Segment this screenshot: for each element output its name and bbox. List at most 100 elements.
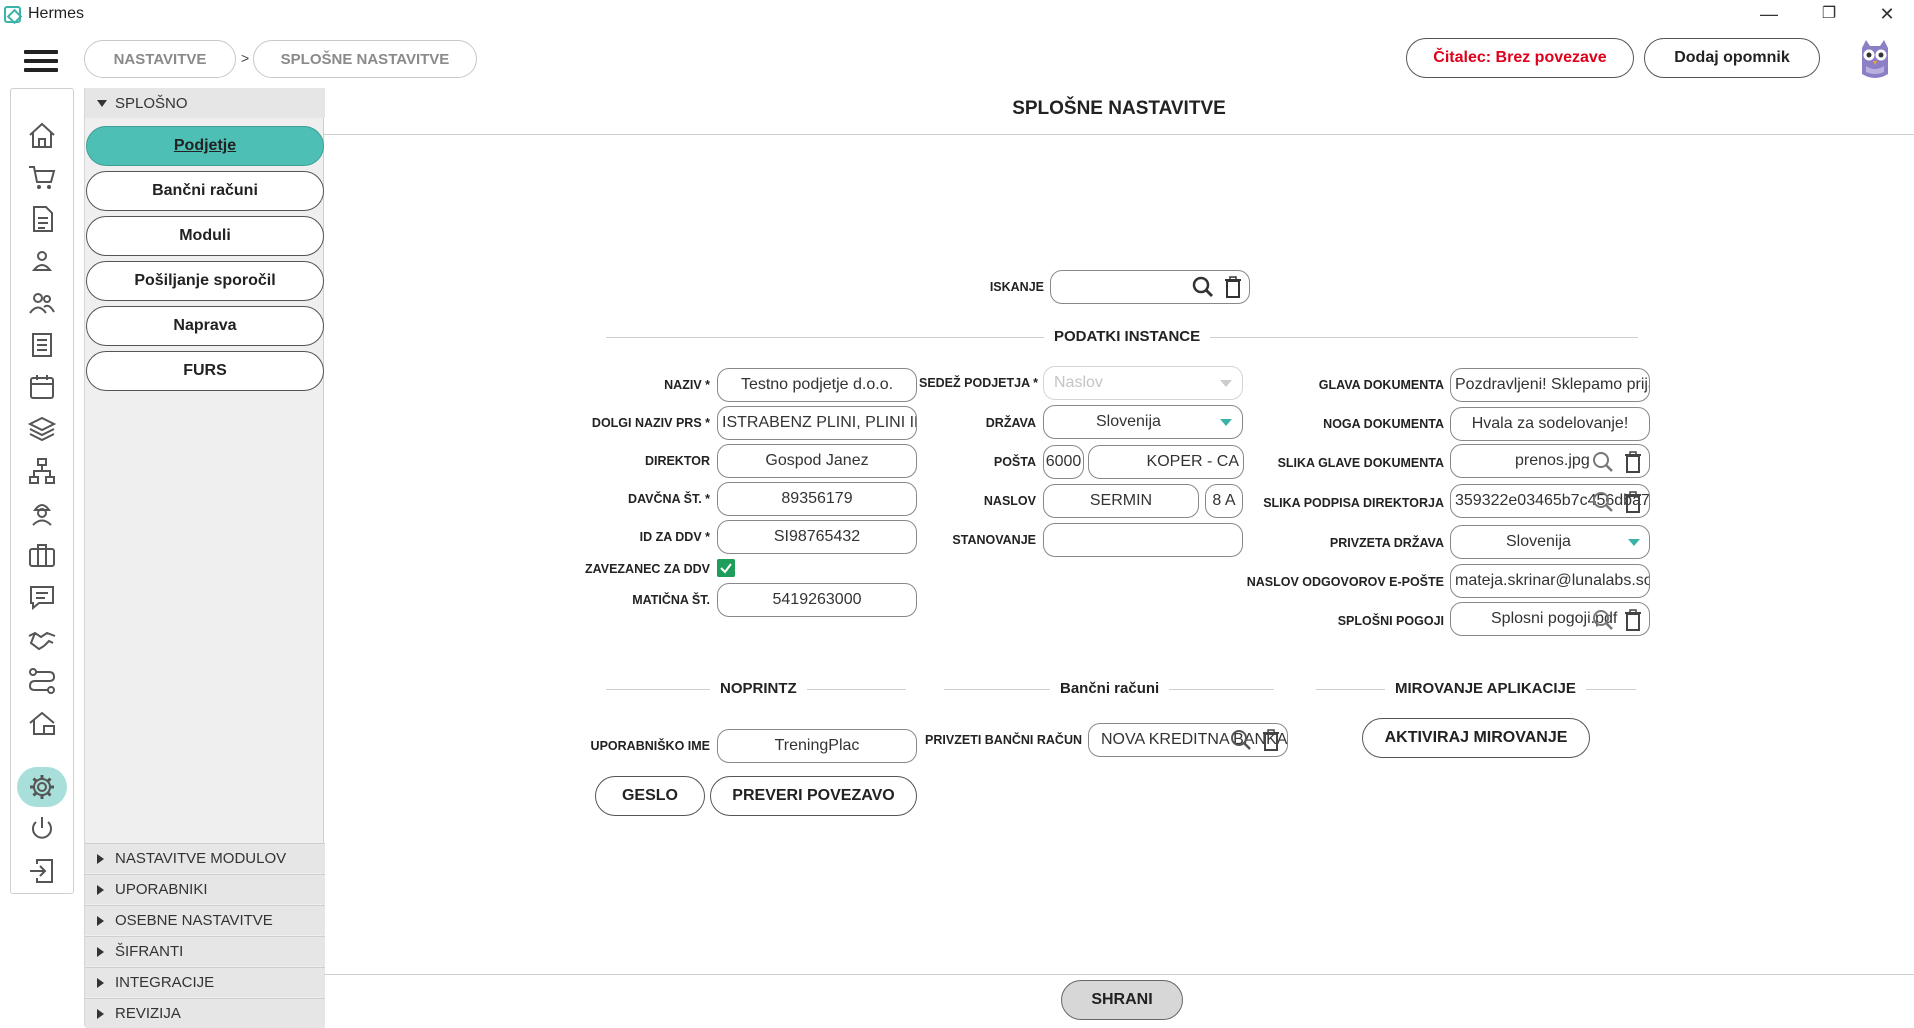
reader-status-button[interactable]: Čitalec: Brez povezave xyxy=(1406,38,1634,78)
chevron-right-icon xyxy=(97,947,104,957)
slika-podpisa-field[interactable]: 359322e03465b7c456dba79 xyxy=(1450,484,1650,518)
layers-icon[interactable] xyxy=(27,414,57,444)
footer-divider xyxy=(324,974,1914,975)
naslov-odgovorov-field[interactable]: mateja.skrinar@lunalabs.sol xyxy=(1450,564,1650,598)
sidebar-item-moduli[interactable]: Moduli xyxy=(86,216,324,256)
posta-code-field[interactable]: 6000 xyxy=(1043,445,1084,479)
sidebar-item-naprava[interactable]: Naprava xyxy=(86,306,324,346)
cart-icon[interactable] xyxy=(27,162,57,192)
home-icon[interactable] xyxy=(27,120,57,150)
people-icon[interactable] xyxy=(27,288,57,318)
search-input[interactable] xyxy=(1050,270,1250,304)
person-icon[interactable] xyxy=(27,246,57,276)
section-splosno-label: SPLOŠNO xyxy=(115,94,188,112)
breadcrumb-splosne-nastavitve[interactable]: SPLOŠNE NASTAVITVE xyxy=(253,40,477,78)
activate-idle-button[interactable]: AKTIVIRAJ MIROVANJE xyxy=(1362,718,1590,758)
posta-label: POŠTA xyxy=(993,455,1036,469)
chevron-right-icon xyxy=(97,916,104,926)
section-osebne-nastavitve[interactable]: OSEBNE NASTAVITVE xyxy=(85,905,325,935)
splosni-pogoji-field[interactable]: Splosni pogoji.pdf xyxy=(1450,602,1650,636)
search-icon[interactable] xyxy=(1592,491,1614,513)
owl-avatar-icon[interactable] xyxy=(1856,38,1894,80)
trash-icon[interactable] xyxy=(1624,609,1642,631)
dolgi-naziv-field[interactable]: ISTRABENZ PLINI, PLINI IN PL xyxy=(717,406,917,440)
sidebar-item-podjetje[interactable]: Podjetje xyxy=(86,126,324,166)
sidebar-item-bancni-racuni[interactable]: Bančni računi xyxy=(86,171,324,211)
sidebar-item-posiljanje-sporocil[interactable]: Pošiljanje sporočil xyxy=(86,261,324,301)
briefcase-icon[interactable] xyxy=(27,540,57,570)
trash-icon[interactable] xyxy=(1224,276,1242,298)
section-nastavitve-modulov[interactable]: NASTAVITVE MODULOV xyxy=(85,843,325,873)
glava-field[interactable]: Pozdravljeni! Sklepamo prija xyxy=(1450,368,1650,402)
handshake-icon[interactable] xyxy=(27,624,57,654)
search-icon[interactable] xyxy=(1592,451,1614,473)
worker-icon[interactable] xyxy=(27,498,57,528)
section-label: INTEGRACIJE xyxy=(115,974,215,991)
username-field[interactable]: TreningPlac xyxy=(717,729,917,763)
close-button[interactable]: ✕ xyxy=(1864,2,1910,28)
naziv-field[interactable]: Testno podjetje d.o.o. xyxy=(717,368,917,402)
search-icon[interactable] xyxy=(1592,609,1614,631)
minimize-button[interactable]: — xyxy=(1746,2,1792,28)
id-ddv-field[interactable]: SI98765432 xyxy=(717,520,917,554)
search-icon[interactable] xyxy=(1230,729,1252,751)
page-title: SPLOŠNE NASTAVITVE xyxy=(1012,98,1226,119)
naslov-street-field[interactable]: SERMIN xyxy=(1043,484,1199,518)
document-icon[interactable] xyxy=(27,204,57,234)
sedez-field: Naslov xyxy=(1043,366,1243,400)
zavezanec-checkbox[interactable] xyxy=(717,559,735,577)
list-icon[interactable] xyxy=(27,330,57,360)
search-icon[interactable] xyxy=(1192,276,1214,298)
stanovanje-field[interactable] xyxy=(1043,523,1243,557)
window-title: Hermes xyxy=(28,5,85,22)
gear-icon[interactable] xyxy=(27,772,57,802)
davcna-field[interactable]: 89356179 xyxy=(717,482,917,516)
zavezanec-label: ZAVEZANEC ZA DDV xyxy=(585,562,710,576)
sedez-label: SEDEŽ PODJETJA * xyxy=(918,376,1038,390)
noga-field[interactable]: Hvala za sodelovanje! xyxy=(1450,407,1650,441)
trash-icon[interactable] xyxy=(1624,491,1642,513)
save-button[interactable]: SHRANI xyxy=(1061,980,1183,1020)
slika-glave-field[interactable]: prenos.jpg xyxy=(1450,444,1650,478)
naslov-label: NASLOV xyxy=(983,494,1036,508)
add-reminder-button[interactable]: Dodaj opomnik xyxy=(1644,38,1820,78)
maticna-field[interactable]: 5419263000 xyxy=(717,583,917,617)
calendar-icon[interactable] xyxy=(27,372,57,402)
section-label: ŠIFRANTI xyxy=(115,943,184,960)
section-sifranti[interactable]: ŠIFRANTI xyxy=(85,936,325,966)
check-connection-button[interactable]: PREVERI POVEZAVO xyxy=(710,776,917,816)
drzava-select[interactable]: Slovenija xyxy=(1043,405,1243,439)
trash-icon[interactable] xyxy=(1262,729,1280,751)
privzeta-drzava-label: PRIVZETA DRŽAVA xyxy=(1329,536,1444,550)
section-label: REVIZIJA xyxy=(115,1005,181,1022)
slika-podpisa-label: SLIKA PODPISA DIREKTORJA xyxy=(1263,496,1444,510)
davcna-label: DAVČNA ŠT. * xyxy=(628,492,710,506)
breadcrumb-nastavitve[interactable]: NASTAVITVE xyxy=(84,40,236,78)
window-titlebar: Hermes — ❐ ✕ xyxy=(0,0,1914,28)
section-revizija[interactable]: REVIZIJA xyxy=(85,998,325,1028)
sidebar-item-furs[interactable]: FURS xyxy=(86,351,324,391)
search-label: ISKANJE xyxy=(989,280,1044,294)
maximize-button[interactable]: ❐ xyxy=(1806,2,1852,28)
network-icon[interactable] xyxy=(27,456,57,486)
bank-account-field[interactable]: NOVA KREDITNA BANKA M xyxy=(1088,723,1288,757)
section-label: UPORABNIKI xyxy=(115,881,208,898)
section-uporabniki[interactable]: UPORABNIKI xyxy=(85,874,325,904)
bank-account-label: PRIVZETI BANČNI RAČUN xyxy=(925,733,1082,747)
logout-icon[interactable] xyxy=(27,856,57,886)
privzeta-drzava-select[interactable]: Slovenija xyxy=(1450,525,1650,559)
menu-icon[interactable] xyxy=(24,50,58,72)
title-divider xyxy=(324,134,1914,135)
chat-icon[interactable] xyxy=(27,582,57,612)
section-splosno[interactable]: SPLOŠNO xyxy=(85,88,325,118)
route-icon[interactable] xyxy=(27,666,57,696)
power-icon[interactable] xyxy=(27,814,57,844)
trash-icon[interactable] xyxy=(1624,451,1642,473)
section-integracije[interactable]: INTEGRACIJE xyxy=(85,967,325,997)
password-button[interactable]: GESLO xyxy=(595,776,705,816)
drzava-label: DRŽAVA xyxy=(985,416,1036,430)
direktor-field[interactable]: Gospod Janez xyxy=(717,444,917,478)
noprintz-title: NOPRINTZ xyxy=(710,680,807,697)
house-icon[interactable] xyxy=(27,708,57,738)
chevron-right-icon xyxy=(97,978,104,988)
